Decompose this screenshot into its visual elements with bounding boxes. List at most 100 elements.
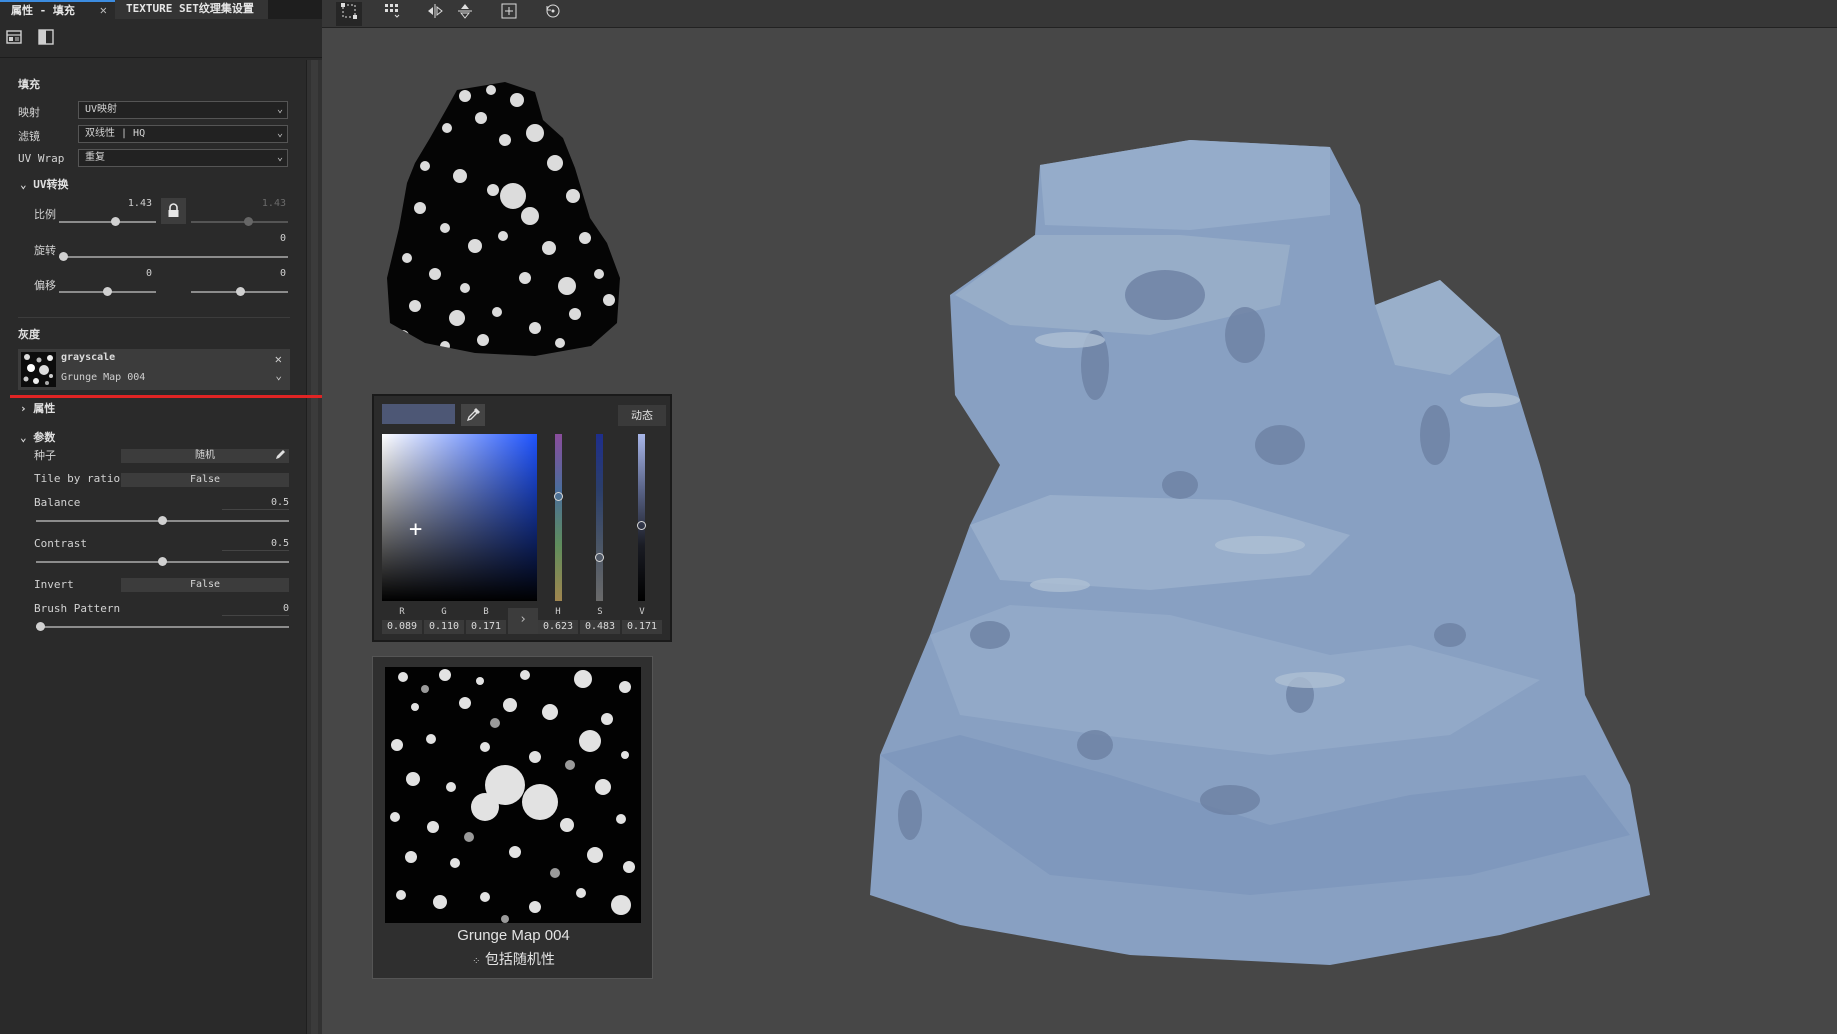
scale-value-left[interactable]: 1.43 [100,198,152,209]
rotation-slider[interactable] [59,256,288,258]
pencil-icon[interactable] [275,449,286,465]
contrast-value[interactable]: 0.5 [222,537,289,551]
filter-label: 滤镜 [18,130,40,143]
params-title: 参数 [33,431,56,444]
rock-3d-model[interactable] [850,135,1700,975]
contrast-slider-knob[interactable] [158,557,167,566]
saturation-slider[interactable] [596,434,603,601]
channel-v-label: V [639,607,645,617]
crosshair-icon: + [409,517,423,542]
attributes-header[interactable]: › 属性 [20,400,55,416]
brush-pattern-slider-knob[interactable] [36,622,45,631]
resource-thumbnail [21,352,56,387]
contrast-label: Contrast [34,537,87,550]
balance-value[interactable]: 0.5 [222,496,289,510]
rotation-label: 旋转 [34,244,56,257]
scale-value-right: 1.43 [261,198,286,209]
offset-slider-left-knob[interactable] [103,287,112,296]
mode-button[interactable]: 动态 [618,405,666,426]
chevron-right-icon[interactable]: › [508,608,538,634]
add-frame-icon[interactable] [496,2,522,26]
marquee-select-icon[interactable] [336,2,362,26]
offset-value-left[interactable]: 0 [100,268,152,279]
grayscale-resource-slot[interactable]: grayscale Grunge Map 004 ✕ ⌄ [18,349,290,390]
lock-button[interactable] [161,198,186,224]
attributes-title: 属性 [33,402,56,415]
panel-tab-bar: 属性 - 填充 ✕ TEXTURE SET纹理集设置 [0,0,322,19]
projection-dropdown[interactable]: UV映射 ⌄ [78,101,288,119]
channel-b-input[interactable]: 0.171 [466,620,506,634]
uvwrap-value: 重复 [85,152,105,163]
brush-pattern-slider[interactable] [36,626,289,628]
resource-name: grayscale [61,352,116,363]
tab-texture-set[interactable]: TEXTURE SET纹理集设置 [115,0,268,19]
texture-preview-card: Grunge Map 004 ⁘ 包括随机性 [372,656,653,979]
chevron-down-icon[interactable]: ⌄ [275,369,282,382]
projection-label: 映射 [18,106,40,119]
tab-texture-label: TEXTURE SET纹理集设置 [126,2,254,15]
texture-subtitle: ⁘ 包括随机性 [373,949,654,969]
material-icon[interactable] [37,28,56,48]
balance-slider-knob[interactable] [158,516,167,525]
uv-transform-title: UV转换 [33,178,69,191]
panel-icon-row [0,19,322,58]
dice-icon: ⁘ [472,956,481,967]
properties-icon[interactable] [5,28,24,48]
offset-value-right[interactable]: 0 [236,268,286,279]
chevron-right-icon: › [20,402,27,415]
chevron-down-icon: ⌄ [20,178,27,191]
filter-value: 双线性 | HQ [85,128,146,139]
saturation-slider-knob[interactable] [595,553,604,562]
panel-scrollbar[interactable] [306,60,322,1034]
channel-b-label: B [483,607,489,617]
uv-transform-header[interactable]: ⌄ UV转换 [20,176,69,192]
channel-h-input[interactable]: 0.623 [538,620,578,634]
saturation-value-square[interactable]: + [382,434,537,601]
scale-label: 比例 [34,208,56,221]
uvwrap-dropdown[interactable]: 重复 ⌄ [78,149,288,167]
eyedropper-icon [466,407,481,426]
resource-subtitle: Grunge Map 004 [61,372,146,383]
divider [18,317,290,318]
value-slider-knob[interactable] [637,521,646,530]
eyedropper-button[interactable] [461,404,485,426]
channel-g-input[interactable]: 0.110 [424,620,464,634]
channel-s-label: S [597,607,603,617]
grayscale-section-title: 灰度 [18,328,40,341]
channel-v-input[interactable]: 0.171 [622,620,662,634]
brush-pattern-label: Brush Pattern [34,602,121,615]
lock-icon [167,203,180,222]
seed-value: 随机 [195,450,215,461]
hue-slider[interactable] [555,434,562,601]
chevron-down-icon: ⌄ [20,431,27,444]
channel-s-input[interactable]: 0.483 [580,620,620,634]
seed-button[interactable]: 随机 [121,449,289,463]
color-picker-popup: 动态 + R G B H S V 0.089 0.110 0.171 › 0.6… [372,394,672,642]
rotation-slider-knob[interactable] [59,252,68,261]
params-header[interactable]: ⌄ 参数 [20,429,55,445]
hue-slider-knob[interactable] [554,492,563,501]
color-swatch[interactable] [382,404,455,424]
projection-value: UV映射 [85,104,118,115]
close-icon[interactable]: ✕ [275,352,282,366]
filter-dropdown[interactable]: 双线性 | HQ ⌄ [78,125,288,143]
tab-properties-fill[interactable]: 属性 - 填充 ✕ [0,0,115,19]
close-icon[interactable]: ✕ [100,2,107,19]
offset-label: 偏移 [34,279,56,292]
channel-r-input[interactable]: 0.089 [382,620,422,634]
reset-icon[interactable] [540,2,566,26]
offset-slider-right-knob[interactable] [236,287,245,296]
invert-toggle[interactable]: False [121,578,289,592]
scale-slider-left-knob[interactable] [111,217,120,226]
tile-by-ratio-toggle[interactable]: False [121,473,289,487]
mirror-vertical-icon[interactable] [452,2,478,26]
grid-layout-icon[interactable] [379,2,405,26]
rotation-value[interactable]: 0 [236,233,286,244]
scale-slider-left[interactable] [59,221,156,223]
brush-pattern-value[interactable]: 0 [222,602,289,616]
mirror-horizontal-icon[interactable] [422,2,448,26]
fill-section-title: 填充 [18,78,40,91]
value-slider[interactable] [638,434,645,601]
tab-properties-label: 属性 - 填充 [11,4,75,17]
channel-h-label: H [555,607,561,617]
